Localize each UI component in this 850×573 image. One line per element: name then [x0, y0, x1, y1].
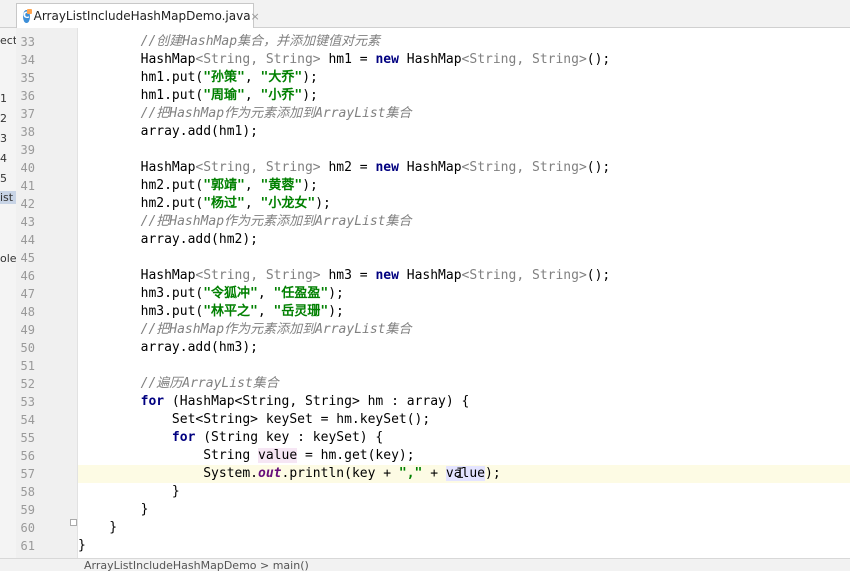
line-number: 58: [20, 485, 35, 499]
code-line[interactable]: hm1.put("周瑜", "小乔");: [78, 87, 850, 105]
line-number: 53: [20, 395, 35, 409]
line-number: 40: [20, 161, 35, 175]
line-number: 43: [20, 215, 35, 229]
code-line[interactable]: //把HashMap作为元素添加到ArrayList集合: [78, 321, 850, 339]
line-number: 35: [20, 71, 35, 85]
code-line[interactable]: Set<String> keySet = hm.keySet();: [78, 411, 850, 429]
code-line[interactable]: HashMap<String, String> hm3 = new HashMa…: [78, 267, 850, 285]
text-cursor-icon: I: [456, 466, 465, 482]
line-number: 39: [20, 143, 35, 157]
code-line[interactable]: //创建HashMap集合，并添加键值对元素: [78, 33, 850, 51]
code-line[interactable]: hm2.put("杨过", "小龙女");: [78, 195, 850, 213]
line-number: 51: [20, 359, 35, 373]
code-line[interactable]: }: [78, 501, 850, 519]
line-number: 36: [20, 89, 35, 103]
tab-title: ArrayListIncludeHashMapDemo.java: [33, 9, 251, 23]
code-line[interactable]: hm3.put("令狐冲", "任盈盈");: [78, 285, 850, 303]
line-number: 38: [20, 125, 35, 139]
line-number: 50: [20, 341, 35, 355]
code-line[interactable]: for (String key : keySet) {: [78, 429, 850, 447]
line-number: 47: [20, 287, 35, 301]
code-line[interactable]: hm2.put("郭靖", "黄蓉");: [78, 177, 850, 195]
line-number: 48: [20, 305, 35, 319]
line-number: 46: [20, 269, 35, 283]
line-number: 44: [20, 233, 35, 247]
line-number: 56: [20, 449, 35, 463]
close-icon[interactable]: ×: [251, 10, 260, 23]
code-line[interactable]: array.add(hm1);: [78, 123, 850, 141]
line-number-gutter[interactable]: 33 34 35 36 37 38 39 40 41 42 43 44 45 46 47 48 49 50 51 52…: [16, 28, 78, 571]
code-line[interactable]: }: [78, 537, 850, 555]
code-line[interactable]: [78, 249, 850, 267]
code-line[interactable]: }: [78, 519, 850, 537]
java-class-icon: C: [23, 8, 32, 23]
code-line[interactable]: HashMap<String, String> hm1 = new HashMa…: [78, 51, 850, 69]
code-line[interactable]: hm1.put("孙策", "大乔");: [78, 69, 850, 87]
code-line[interactable]: hm3.put("林平之", "岳灵珊");: [78, 303, 850, 321]
code-line[interactable]: //把HashMap作为元素添加到ArrayList集合: [78, 105, 850, 123]
fold-marker-icon[interactable]: [70, 519, 77, 526]
code-line[interactable]: HashMap<String, String> hm2 = new HashMa…: [78, 159, 850, 177]
code-line[interactable]: String value = hm.get(key);: [78, 447, 850, 465]
code-line[interactable]: for (HashMap<String, String> hm : array)…: [78, 393, 850, 411]
line-number: 59: [20, 503, 35, 517]
line-number: 61: [20, 539, 35, 553]
code-line[interactable]: [78, 357, 850, 375]
line-number: 33: [20, 35, 35, 49]
line-number: 42: [20, 197, 35, 211]
code-line[interactable]: //把HashMap作为元素添加到ArrayList集合: [78, 213, 850, 231]
line-number: 55: [20, 431, 35, 445]
editor-tab-bar: C ArrayListIncludeHashMapDemo.java ×: [0, 0, 850, 28]
line-number: 37: [20, 107, 35, 121]
line-number: 60: [20, 521, 35, 535]
code-line[interactable]: array.add(hm2);: [78, 231, 850, 249]
line-number: 34: [20, 53, 35, 67]
code-line[interactable]: array.add(hm3);: [78, 339, 850, 357]
code-line[interactable]: }: [78, 483, 850, 501]
line-number: 52: [20, 377, 35, 391]
line-number: 49: [20, 323, 35, 337]
line-number: 57: [20, 467, 35, 481]
breadcrumb[interactable]: ArrayListIncludeHashMapDemo > main(): [0, 558, 850, 571]
editor-tab[interactable]: C ArrayListIncludeHashMapDemo.java ×: [16, 3, 260, 28]
code-line[interactable]: [78, 141, 850, 159]
line-number: 54: [20, 413, 35, 427]
line-number: 45: [20, 251, 35, 265]
line-number: 41: [20, 179, 35, 193]
code-line[interactable]: //遍历ArrayList集合: [78, 375, 850, 393]
